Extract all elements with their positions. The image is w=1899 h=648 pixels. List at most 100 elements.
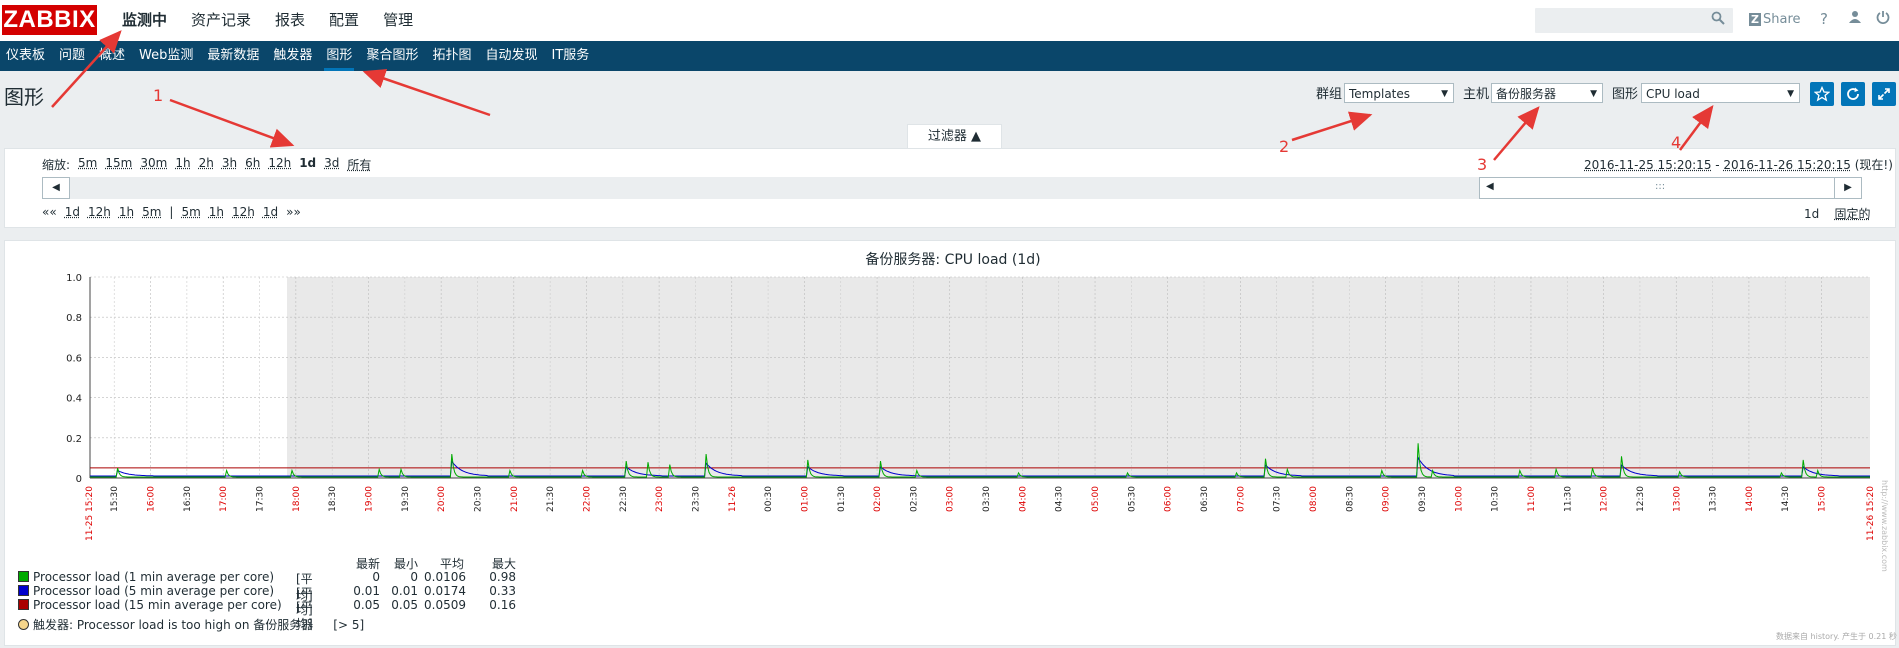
legend-row: Processor load (5 min average per core) — [18, 584, 274, 598]
annotation-arrow-2 — [1291, 111, 1373, 142]
fixed-toggle-link[interactable]: 固定的 — [1835, 207, 1871, 221]
zoom-6[interactable]: 6h — [245, 156, 260, 173]
menu-monitoring[interactable]: 监测中 — [110, 0, 179, 41]
legend-value-min: 0.05 — [391, 598, 418, 612]
step-3[interactable]: 1h — [119, 205, 134, 219]
thumb-left-handle-icon[interactable]: ◀ — [1486, 181, 1494, 192]
submenu-item-5[interactable]: 触发器 — [267, 41, 320, 71]
period-to[interactable]: 2016-11-26 15:20:15 — [1723, 158, 1850, 172]
zoom-10[interactable]: 所有 — [347, 156, 371, 173]
zoom-4[interactable]: 2h — [199, 156, 214, 173]
trigger-prefix: 触发器: — [33, 618, 77, 632]
zabbix-logo[interactable]: ZABBIX — [2, 5, 97, 35]
legend-trigger: 触发器: Processor load is too high on 备份服务器… — [18, 616, 365, 632]
refresh-icon — [1847, 87, 1859, 100]
zoom-8[interactable]: 1d — [299, 156, 316, 173]
submenu-item-3[interactable]: Web监测 — [133, 41, 201, 71]
submenu-item-7[interactable]: 聚合图形 — [360, 41, 426, 71]
step-2[interactable]: 12h — [88, 205, 111, 219]
submenu-item-4[interactable]: 最新数据 — [201, 41, 267, 71]
scroll-right-button[interactable]: ▶ — [1834, 177, 1862, 199]
zoom-0[interactable]: 5m — [78, 156, 97, 173]
zoom-label: 缩放: — [42, 158, 71, 172]
graph-select[interactable]: CPU load — [1641, 83, 1800, 104]
main-menu: 监测中 资产记录 报表 配置 管理 — [110, 0, 425, 41]
zoom-9[interactable]: 3d — [324, 156, 339, 173]
period-now: (现在!) — [1854, 158, 1893, 172]
step-0: «« — [42, 205, 57, 219]
top-bar: ZABBIX 监测中 资产记录 报表 配置 管理 Z Share ? — [0, 0, 1899, 41]
page-title: 图形 — [4, 85, 44, 109]
fixed-period-value: 1d — [1804, 207, 1820, 221]
legend-value-avg: 0.0509 — [424, 598, 466, 612]
help-icon[interactable]: ? — [1820, 10, 1828, 28]
zoom-2[interactable]: 30m — [140, 156, 167, 173]
submenu-item-9[interactable]: 自动发现 — [479, 41, 545, 71]
search-input[interactable] — [1535, 8, 1733, 33]
menu-configuration[interactable]: 配置 — [317, 0, 371, 41]
search-icon[interactable] — [1711, 11, 1727, 27]
period-from[interactable]: 2016-11-25 15:20:15 — [1584, 158, 1711, 172]
legend-value-last: 0 — [372, 570, 380, 584]
step-1[interactable]: 1d — [65, 205, 80, 219]
step-4[interactable]: 5m — [142, 205, 161, 219]
side-note: http://www.zabbix.com — [1880, 480, 1889, 572]
period-range: 2016-11-25 15:20:15 - 2016-11-26 15:20:1… — [1584, 156, 1893, 173]
star-icon — [1813, 85, 1831, 102]
step-8[interactable]: 12h — [232, 205, 255, 219]
power-icon[interactable] — [1876, 10, 1890, 28]
share-label: Share — [1762, 12, 1801, 27]
step-5: | — [169, 205, 174, 219]
favorite-star-button[interactable] — [1810, 82, 1834, 106]
submenu-item-2[interactable]: 概述 — [93, 41, 133, 71]
share-button[interactable]: Z Share — [1749, 12, 1801, 27]
submenu-item-1[interactable]: 问题 — [53, 41, 93, 71]
legend-value-last: 0.05 — [353, 598, 380, 612]
step-9[interactable]: 1d — [263, 205, 278, 219]
legend-row: Processor load (1 min average per core) — [18, 570, 274, 584]
period-sep: - — [1711, 158, 1724, 172]
submenu-item-10[interactable]: IT服务 — [545, 41, 597, 71]
menu-inventory[interactable]: 资产记录 — [179, 0, 263, 41]
thumb-grip-icon: ::: — [1655, 181, 1666, 192]
fullscreen-icon — [1878, 88, 1890, 100]
refresh-button[interactable] — [1841, 82, 1865, 106]
legend-swatch — [18, 599, 29, 610]
zoom-5[interactable]: 3h — [222, 156, 237, 173]
fullscreen-button[interactable] — [1872, 82, 1896, 106]
legend-row: Processor load (15 min average per core) — [18, 598, 282, 612]
step-6[interactable]: 5m — [181, 205, 200, 219]
annotation-4: 4 — [1671, 133, 1682, 152]
group-select[interactable]: Templates — [1344, 83, 1454, 104]
user-icon[interactable] — [1848, 10, 1862, 28]
legend-value-avg: 0.0174 — [424, 584, 466, 598]
legend-value-last: 0.01 — [353, 584, 380, 598]
graph-label: 图形 — [1612, 87, 1639, 102]
legend-value-max: 0.98 — [489, 570, 516, 584]
legend-value-avg: 0.0106 — [424, 570, 466, 584]
trigger-condition: [> 5] — [333, 618, 365, 632]
submenu-item-8[interactable]: 拓扑图 — [426, 41, 479, 71]
host-select[interactable]: 备份服务器 — [1491, 83, 1603, 104]
submenu-item-0[interactable]: 仪表板 — [0, 41, 53, 71]
legend-swatch — [18, 585, 29, 596]
submenu-item-6[interactable]: 图形 — [320, 41, 360, 71]
legend-value-min: 0.01 — [391, 584, 418, 598]
time-scrollbar-thumb[interactable]: ◀ ::: ▶ — [1479, 177, 1862, 199]
zoom-1[interactable]: 15m — [105, 156, 132, 173]
annotation-1: 1 — [153, 86, 164, 105]
host-label: 主机 — [1463, 87, 1490, 102]
legend-label: Processor load (5 min average per core) — [33, 584, 275, 598]
scroll-left-button[interactable]: ◀ — [42, 177, 70, 199]
share-badge: Z — [1749, 13, 1761, 26]
zoom-bar: 缩放: 5m 15m 30m 1h 2h 3h 6h 12h 1d 3d 所有 — [42, 156, 371, 173]
step-7[interactable]: 1h — [209, 205, 224, 219]
footer-note: 数据来自 history. 产生于 0.21 秒 — [1776, 632, 1897, 641]
zoom-3[interactable]: 1h — [175, 156, 190, 173]
page-header: 图形 群组 Templates 主机 备份服务器 图形 CPU load — [0, 71, 1899, 114]
zoom-7[interactable]: 12h — [268, 156, 291, 173]
step-10: »» — [286, 205, 301, 219]
filter-toggle-tab[interactable]: 过滤器 ▲ — [907, 124, 1002, 149]
menu-reports[interactable]: 报表 — [263, 0, 317, 41]
menu-administration[interactable]: 管理 — [371, 0, 425, 41]
